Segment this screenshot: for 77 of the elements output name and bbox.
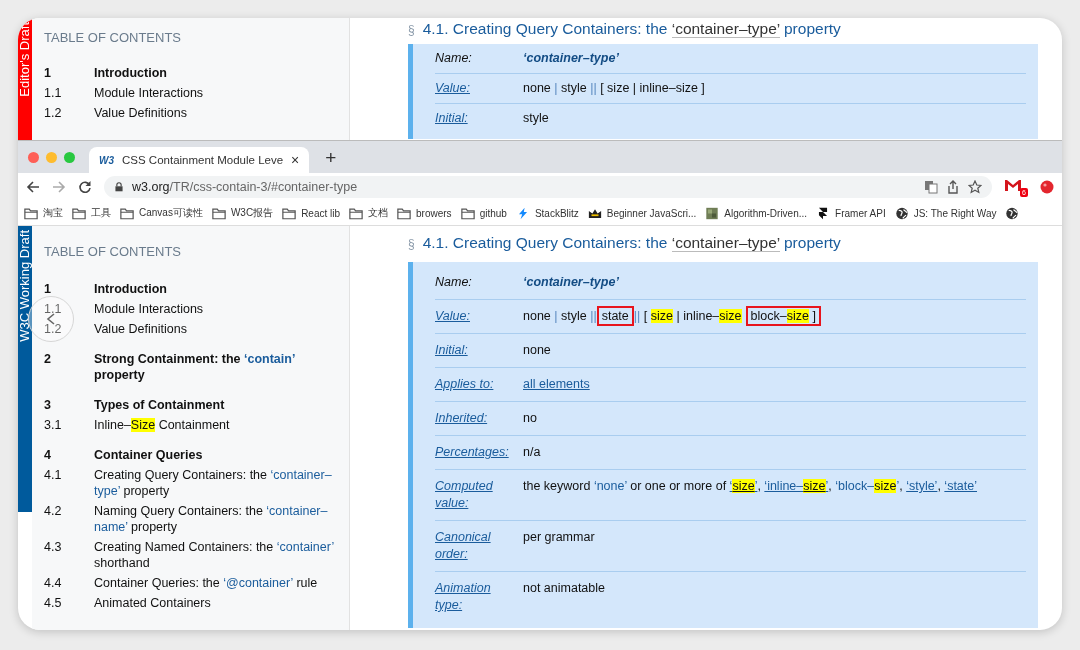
bookmark[interactable]: 淘宝	[24, 206, 63, 220]
browser-tab[interactable]: W3 CSS Containment Module Leve ×	[89, 147, 310, 173]
property-value: all elements	[523, 376, 591, 393]
bookmark[interactable]: 文档	[349, 206, 389, 220]
bookmark[interactable]: React lib	[282, 206, 341, 220]
property-label[interactable]: Computed value:	[435, 478, 519, 512]
close-tab-button[interactable]: ×	[291, 152, 300, 168]
folder-icon	[211, 206, 226, 220]
bookmark[interactable]: Algorithm-Driven...	[705, 206, 808, 220]
toc-link[interactable]: 1.2 Value Definitions	[44, 321, 349, 337]
toc-link[interactable]: 4.4 Container Queries: the ‘@container’ rule	[44, 575, 349, 591]
bookmark[interactable]: Canvas可读性	[120, 206, 203, 220]
star-icon[interactable]	[968, 180, 982, 194]
globe-icon	[1005, 206, 1020, 220]
bookmark[interactable]: W3C报告	[211, 206, 274, 220]
property-label[interactable]: Initial:	[435, 110, 519, 127]
toc-link[interactable]: 1.1 Module Interactions	[44, 301, 349, 317]
property-label[interactable]: Initial:	[435, 342, 519, 359]
toc-title: TABLE OF CONTENTS	[44, 30, 181, 45]
folder-icon	[72, 206, 86, 220]
w3c-icon: W3	[99, 154, 114, 166]
globe-icon	[894, 206, 909, 220]
bookmark[interactable]: Beginner JavaScri...	[587, 206, 697, 220]
toc-link[interactable]: 1 Introduction	[44, 281, 349, 297]
translate-icon[interactable]	[924, 180, 938, 194]
toc-link[interactable]: 4 Container Queries	[44, 447, 349, 463]
section-heading: 4.1. Creating Query Containers: the ‘container–type’ property	[422, 234, 841, 252]
property-value: per grammar	[523, 529, 596, 546]
folder-icon	[349, 206, 364, 220]
folder-icon	[397, 206, 412, 220]
property-value: n/a	[523, 444, 542, 461]
status-banner: W3C Working Draft	[18, 226, 32, 512]
toc-link[interactable]: 3 Types of Containment	[44, 397, 349, 413]
bookmark[interactable]: 工具	[72, 206, 111, 220]
folder-icon	[282, 206, 297, 220]
back-icon[interactable]	[26, 180, 40, 194]
folder-icon	[460, 206, 475, 220]
property-label[interactable]: Animation type:	[435, 580, 519, 614]
address-bar[interactable]: w3.org/TR/css-contain-3/#container-type	[104, 176, 992, 198]
toc-link[interactable]: 1.2 Value Definitions	[44, 105, 349, 121]
bookmark[interactable]: JS: The Right Way	[894, 206, 997, 220]
toc-link[interactable]: 4.5 Animated Containers	[44, 595, 349, 611]
reload-icon[interactable]	[78, 180, 92, 194]
property-label: Name:	[435, 50, 473, 67]
thumbnail-icon	[705, 206, 720, 220]
property-label[interactable]: Canonical order:	[435, 529, 519, 563]
new-tab-button[interactable]: +	[319, 146, 343, 170]
toc-link[interactable]: 1.1 Module Interactions	[44, 85, 349, 101]
bookmark[interactable]	[1005, 206, 1020, 220]
bookmark[interactable]: github	[460, 206, 507, 220]
lock-icon	[114, 180, 124, 194]
toc-link[interactable]: 4.1 Creating Query Containers: the ‘container–type’ property	[44, 467, 349, 499]
extension-icon[interactable]	[1040, 180, 1054, 194]
share-icon[interactable]	[946, 180, 960, 194]
section-heading: 4.1. Creating Query Containers: the ‘container–type’ property	[422, 20, 841, 38]
property-label[interactable]: Percentages:	[435, 444, 519, 461]
property-value: not animatable	[523, 580, 606, 597]
bookmark[interactable]: StackBlitz	[515, 206, 579, 220]
folder-icon	[24, 206, 38, 220]
property-label[interactable]: Inherited:	[435, 410, 519, 427]
property-value: ‘container–type’	[523, 274, 620, 291]
property-value: none	[523, 342, 552, 359]
bookmark[interactable]: browers	[397, 206, 452, 220]
property-label[interactable]: Value:	[435, 80, 519, 97]
toc-link[interactable]: 2 Strong Containment: the ‘contain’ property	[44, 351, 349, 383]
folder-icon	[120, 206, 134, 220]
bookmark[interactable]: Framer API	[816, 206, 886, 220]
property-label[interactable]: Applies to:	[435, 376, 519, 393]
toc-link[interactable]: 4.2 Naming Query Containers: the ‘container–name’ property	[44, 503, 349, 535]
toc-title: TABLE OF CONTENTS	[44, 244, 181, 259]
property-label: Name:	[435, 274, 473, 291]
property-value: ‘container–type’	[523, 50, 620, 67]
property-value: none | style || [ size | inline–size ]	[523, 80, 706, 97]
toc-link[interactable]: 1 Introduction	[44, 65, 349, 81]
property-label[interactable]: Value:	[435, 308, 519, 325]
property-value: no	[523, 410, 538, 427]
property-value: style	[523, 110, 550, 127]
